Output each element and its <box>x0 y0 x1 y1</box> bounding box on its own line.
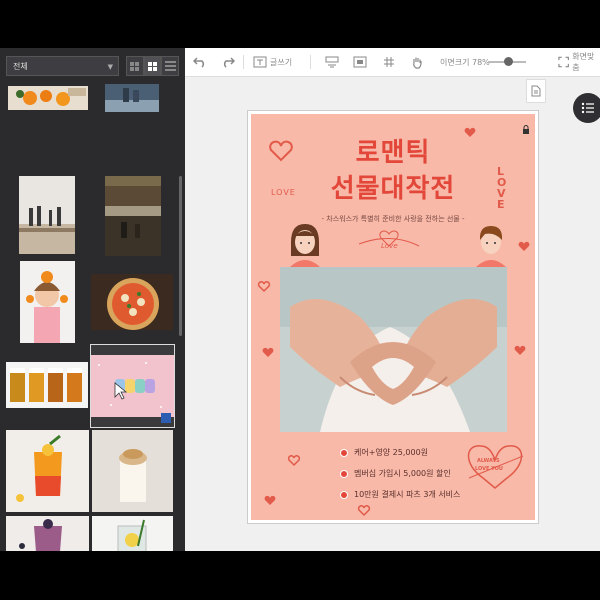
list-item[interactable]: 10만원 결제시 파츠 3개 서비스 <box>340 484 460 505</box>
poster-title-line1[interactable]: 로맨틱 <box>251 132 535 169</box>
deco-love-left[interactable]: LOVE <box>271 188 296 197</box>
small-grid-icon <box>130 61 140 71</box>
zoom-slider-handle[interactable] <box>504 57 513 66</box>
stamp-text-line2[interactable]: LOVE YOU <box>475 466 503 472</box>
redo-button[interactable] <box>221 48 235 76</box>
image-thumb-macarons-selected[interactable] <box>90 344 175 428</box>
grid-icon <box>148 61 157 71</box>
redo-icon <box>223 57 235 68</box>
fit-screen-icon <box>558 56 569 68</box>
image-tool-button[interactable] <box>353 48 367 76</box>
align-tool-button[interactable] <box>325 48 339 76</box>
image-thumb-pier-family[interactable] <box>19 176 75 254</box>
bullet-dot-icon <box>340 490 348 499</box>
view-list-button[interactable] <box>161 56 180 76</box>
view-grid-button[interactable] <box>143 56 162 76</box>
text-box-icon <box>253 56 267 68</box>
undo-button[interactable] <box>193 48 207 76</box>
image-thumb-pizza[interactable] <box>91 274 173 330</box>
list-item-text: 케어+영양 25,000원 <box>354 448 429 457</box>
hand-icon <box>413 57 422 69</box>
document-icon <box>531 85 541 97</box>
grid-tool-button[interactable] <box>383 48 395 76</box>
poster-page[interactable]: 로맨틱 선물대작전 LOVE LOVE - 차스워스가 특별히 준비한 사랑을 … <box>248 111 538 523</box>
text-tool-label: 글쓰기 <box>270 57 293 67</box>
love-script-text[interactable]: Love <box>381 242 398 250</box>
list-item[interactable]: 케어+영양 25,000원 <box>340 442 460 463</box>
fit-screen-label: 화면맞춤 <box>572 52 595 72</box>
fit-screen-button[interactable]: 화면맞춤 <box>558 48 600 76</box>
view-small-grid-button[interactable] <box>126 56 144 76</box>
list-menu-icon <box>581 102 594 114</box>
poster-hands-photo[interactable] <box>280 267 507 432</box>
page-thumbnail-button[interactable] <box>526 79 546 103</box>
chevron-down-icon: ▼ <box>107 63 113 71</box>
list-icon <box>164 61 176 71</box>
image-thumb-milk-tea[interactable] <box>92 430 173 512</box>
panel-scrollbar[interactable] <box>179 176 182 336</box>
image-panel: 전체 ▼ <box>0 48 185 551</box>
canvas-area[interactable]: 로맨틱 선물대작전 LOVE LOVE - 차스워스가 특별히 준비한 사랑을 … <box>185 77 600 551</box>
list-item-text: 10만원 결제시 파츠 3개 서비스 <box>354 490 461 499</box>
image-thumb-girl-oranges[interactable] <box>20 261 75 343</box>
hand-tool-button[interactable] <box>411 48 423 76</box>
stamp-text-line1[interactable]: ALWAYS <box>477 458 500 464</box>
image-thumb-berry-smoothie[interactable] <box>6 516 89 551</box>
category-select[interactable]: 전체 ▼ <box>6 56 119 76</box>
text-tool-button[interactable]: 글쓰기 <box>253 48 292 76</box>
image-thumb-orange-drink[interactable] <box>6 430 89 512</box>
deco-love-right[interactable]: LOVE <box>497 166 509 210</box>
image-grid <box>0 84 180 551</box>
bullet-dot-icon <box>340 448 348 457</box>
image-thumb-lake-dock[interactable] <box>105 176 161 256</box>
price-list: 케어+영양 25,000원 멤버십 가입시 5,000원 할인 10만원 결제시… <box>340 442 460 505</box>
girl-illustration-icon[interactable] <box>287 222 323 268</box>
align-icon <box>325 56 339 68</box>
image-thumb-beach-couple[interactable] <box>105 84 159 112</box>
list-item[interactable]: 멤버십 가입시 5,000원 할인 <box>340 463 460 484</box>
undo-icon <box>193 57 205 68</box>
bullet-dot-icon <box>340 469 348 478</box>
toolbar: 글쓰기 이면크기 78% 화면맞춤 <box>185 48 600 77</box>
view-toggle <box>126 56 180 76</box>
image-thumb-beer-glasses[interactable] <box>6 362 88 408</box>
hash-grid-icon <box>384 57 394 67</box>
image-thumb-lemon-water[interactable] <box>92 516 173 551</box>
poster-title-line2[interactable]: 선물대작전 <box>251 168 535 205</box>
zoom-level-label: 이면크기 78% <box>440 57 490 67</box>
layers-menu-button[interactable] <box>573 93 600 123</box>
image-thumb-oranges[interactable] <box>8 86 88 110</box>
editor-app: 전체 ▼ 글쓰기 이면크기 78% 화면맞춤 로맨틱 선물대작전 LOVE LO… <box>0 48 600 551</box>
category-select-value: 전체 <box>13 62 28 71</box>
list-item-text: 멤버십 가입시 5,000원 할인 <box>354 469 451 478</box>
boy-illustration-icon[interactable] <box>473 222 509 268</box>
image-frame-icon <box>353 56 367 68</box>
